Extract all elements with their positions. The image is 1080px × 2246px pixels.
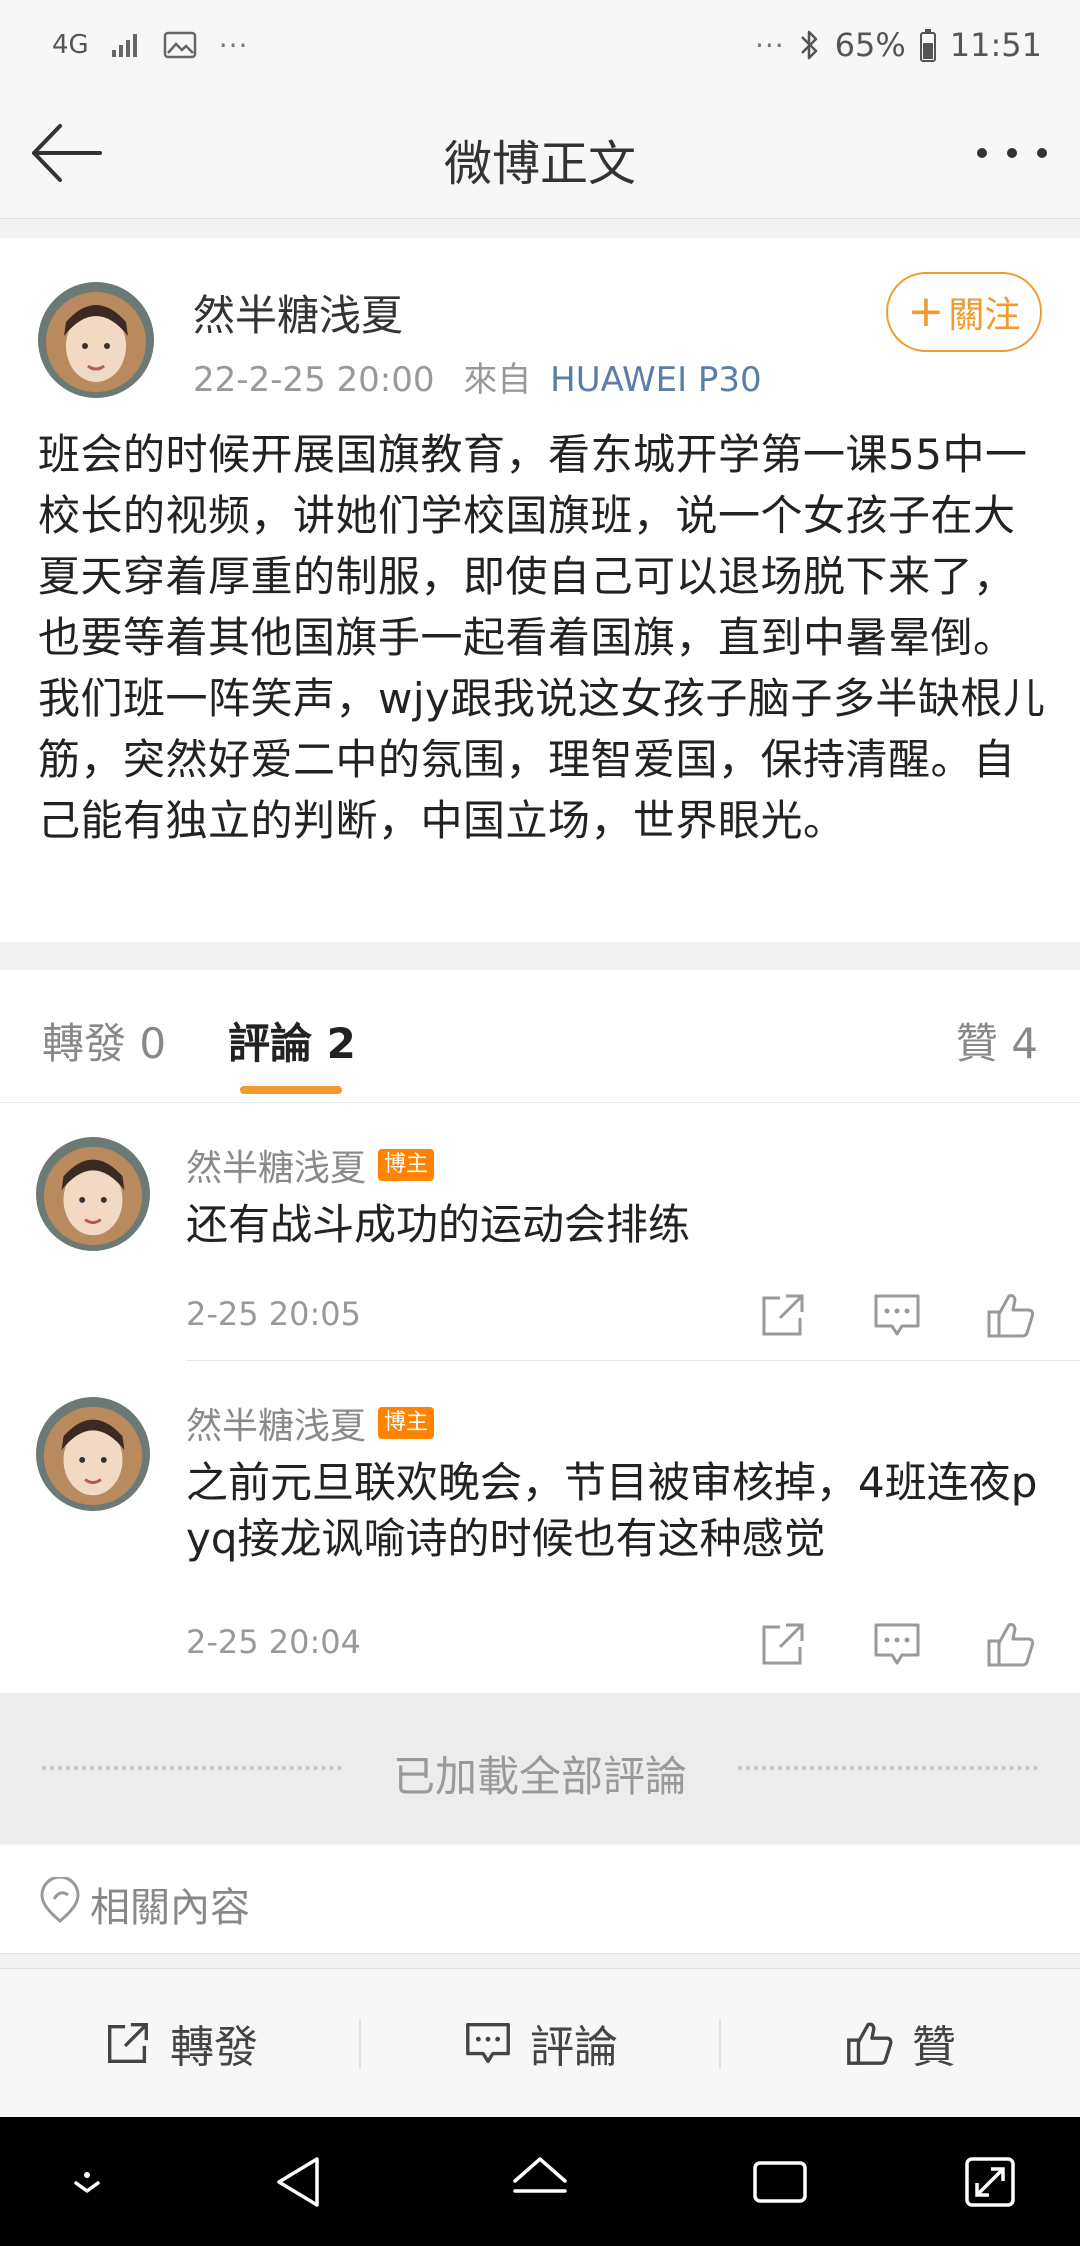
comment-author[interactable]: 然半糖浅夏 博主 xyxy=(186,1139,435,1191)
share-icon xyxy=(762,1623,804,1665)
share-icon xyxy=(108,2023,148,2063)
battery-icon xyxy=(919,28,936,62)
app-header: 微博正文 xyxy=(0,90,1080,219)
related-label: 相關內容 xyxy=(90,1885,250,1931)
comment-share-button[interactable] xyxy=(756,1288,810,1342)
tab-active-indicator xyxy=(240,1086,342,1094)
post-meta: 22-2-25 20:00 來自 HUAWEI P30 xyxy=(193,352,762,401)
post-source-prefix: 來自 xyxy=(463,360,532,400)
thumbs-up-icon xyxy=(987,1294,1035,1338)
related-content[interactable]: 相關內容 xyxy=(0,1845,1080,1954)
status-more: ··· xyxy=(754,28,785,62)
comment-like-button[interactable] xyxy=(984,1617,1038,1671)
battery-percent: 65% xyxy=(834,26,906,64)
more-dots-icon xyxy=(977,148,1047,158)
repost-button[interactable]: 轉發 xyxy=(0,1969,360,2117)
follow-label: 關注 xyxy=(948,295,1021,336)
share-icon xyxy=(762,1294,804,1336)
comment-button[interactable]: 評論 xyxy=(360,1969,720,2117)
triangle-back-icon xyxy=(277,2157,319,2207)
tab-repost[interactable]: 轉發 0 xyxy=(42,1010,166,1071)
dotted-divider-right xyxy=(738,1766,1038,1774)
comment-label: 評論 xyxy=(530,2022,618,2073)
comment-avatar[interactable] xyxy=(36,1137,150,1251)
network-indicator: 4G xyxy=(52,30,89,60)
home-icon xyxy=(513,2157,567,2193)
repost-label: 轉發 xyxy=(170,2022,258,2073)
follow-button[interactable]: + 關注 xyxy=(886,272,1042,352)
clock: 11:51 xyxy=(949,26,1042,64)
comment-text: 还有战斗成功的运动会排练 xyxy=(186,1200,691,1249)
location-pin-icon xyxy=(38,1877,82,1925)
bottom-toolbar: 轉發 評論 贊 xyxy=(0,1968,1080,2117)
nav-back-button[interactable] xyxy=(265,2147,335,2217)
comment-avatar[interactable] xyxy=(36,1397,150,1511)
comment-list: 然半糖浅夏 博主 还有战斗成功的运动会排练 2-25 20:05 然半糖浅夏 博… xyxy=(0,1103,1080,1693)
tab-bar: 轉發 0 評論 2 贊 4 xyxy=(0,970,1080,1103)
thumbs-up-icon xyxy=(987,1623,1035,1667)
expand-icon xyxy=(965,2157,1015,2207)
signal-icon xyxy=(111,32,141,58)
chevron-down-icon xyxy=(74,2172,100,2193)
image-icon xyxy=(163,31,197,59)
status-bar: 4G ··· ··· 65% 11:51 xyxy=(0,0,1080,90)
system-nav-bar xyxy=(0,2117,1080,2246)
comment-reply-button[interactable] xyxy=(870,1288,924,1342)
nav-recents-button[interactable] xyxy=(745,2147,815,2217)
status-left: 4G ··· xyxy=(52,22,248,68)
post-date: 22-2-25 20:00 xyxy=(193,360,435,400)
like-label: 贊 xyxy=(912,2022,956,2073)
comment-share-button[interactable] xyxy=(756,1617,810,1671)
comment-reply-button[interactable] xyxy=(870,1617,924,1671)
tab-comment[interactable]: 評論 2 xyxy=(228,1010,356,1071)
post-card: 然半糖浅夏 22-2-25 20:00 來自 HUAWEI P30 + 關注 班… xyxy=(0,238,1080,942)
comment-divider xyxy=(186,1360,1080,1361)
more-button[interactable] xyxy=(972,126,1052,180)
author-badge: 博主 xyxy=(378,1407,435,1439)
tab-like[interactable]: 贊 4 xyxy=(956,1010,1038,1071)
comment-time: 2-25 20:05 xyxy=(186,1295,362,1333)
comment-text: 之前元旦联欢晚会，节目被审核掉，4班连夜pyq接龙讽喻诗的时候也有这种感觉 xyxy=(186,1458,1038,1563)
comment-icon xyxy=(874,1623,920,1665)
nav-home-button[interactable] xyxy=(505,2147,575,2217)
status-more-left: ··· xyxy=(218,28,249,62)
nav-expand-button[interactable] xyxy=(955,2147,1025,2217)
all-comments-loaded: 已加載全部評論 xyxy=(0,1693,1080,1843)
comment-icon xyxy=(466,2023,510,2063)
comment-like-button[interactable] xyxy=(984,1288,1038,1342)
author-badge: 博主 xyxy=(378,1149,435,1181)
recents-icon xyxy=(753,2161,807,2203)
comment-icon xyxy=(874,1294,920,1336)
comment-time: 2-25 20:04 xyxy=(186,1623,362,1661)
post-author-avatar[interactable] xyxy=(38,282,154,398)
plus-icon: + xyxy=(907,286,945,337)
post-device[interactable]: HUAWEI P30 xyxy=(550,360,762,400)
thumbs-up-icon xyxy=(847,2022,893,2065)
post-author-name[interactable]: 然半糖浅夏 xyxy=(193,282,403,343)
like-button[interactable]: 贊 xyxy=(720,1969,1080,2117)
comment-author[interactable]: 然半糖浅夏 博主 xyxy=(186,1397,435,1449)
page-title: 微博正文 xyxy=(443,136,636,192)
status-right: ··· 65% 11:51 xyxy=(755,22,1042,68)
bluetooth-icon xyxy=(799,28,821,62)
nav-hide-button[interactable] xyxy=(52,2147,122,2217)
post-text: 班会的时候开展国旗教育，看东城开学第一课55中一校长的视频，讲她们学校国旗班，说… xyxy=(38,430,1046,845)
